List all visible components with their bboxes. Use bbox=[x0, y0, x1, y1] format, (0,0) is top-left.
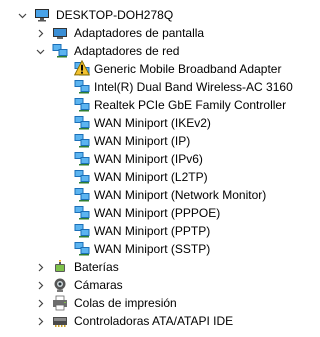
tree-item-device[interactable]: WAN Miniport (IKEv2) bbox=[0, 114, 294, 132]
tree-item-display-adapters[interactable]: Adaptadores de pantalla bbox=[0, 24, 294, 42]
device-label: WAN Miniport (L2TP) bbox=[94, 170, 208, 184]
chevron-right-icon[interactable] bbox=[34, 294, 46, 312]
device-label: Realtek PCIe GbE Family Controller bbox=[94, 98, 287, 112]
tree-item-device[interactable]: WAN Miniport (Network Monitor) bbox=[0, 186, 294, 204]
tree-item-print-queues[interactable]: Colas de impresión bbox=[0, 294, 294, 312]
device-tree: DESKTOP-DOH278Q Adaptadores de pantalla … bbox=[0, 0, 294, 337]
tree-item-device[interactable]: Generic Mobile Broadband Adapter bbox=[0, 60, 294, 78]
tree-item-batteries[interactable]: Baterías bbox=[0, 258, 294, 276]
print-queues-label: Colas de impresión bbox=[74, 296, 177, 310]
printer-icon bbox=[52, 295, 68, 311]
chevron-down-icon[interactable] bbox=[34, 42, 46, 60]
tree-item-device[interactable]: WAN Miniport (PPPOE) bbox=[0, 204, 294, 222]
tree-item-device[interactable]: WAN Miniport (SSTP) bbox=[0, 240, 294, 258]
batteries-label: Baterías bbox=[74, 260, 119, 274]
network-adapter-icon bbox=[74, 151, 90, 167]
network-adapter-icon bbox=[74, 115, 90, 131]
chevron-right-icon[interactable] bbox=[34, 276, 46, 294]
camera-icon bbox=[52, 277, 68, 293]
network-adapter-icon bbox=[52, 43, 68, 59]
storage-controller-icon bbox=[52, 313, 68, 329]
device-label: WAN Miniport (IPv6) bbox=[94, 152, 203, 166]
tree-item-device[interactable]: WAN Miniport (L2TP) bbox=[0, 168, 294, 186]
chevron-down-icon[interactable] bbox=[16, 6, 28, 24]
tree-item-device[interactable]: Realtek PCIe GbE Family Controller bbox=[0, 96, 294, 114]
tree-item-root[interactable]: DESKTOP-DOH278Q bbox=[0, 6, 294, 24]
network-adapter-icon bbox=[74, 79, 90, 95]
device-label: WAN Miniport (Network Monitor) bbox=[94, 188, 267, 202]
chevron-right-icon[interactable] bbox=[34, 312, 46, 330]
network-adapter-icon bbox=[74, 97, 90, 113]
network-adapter-icon bbox=[74, 60, 90, 77]
network-adapter-icon bbox=[74, 169, 90, 185]
device-label: WAN Miniport (SSTP) bbox=[94, 242, 211, 256]
network-adapter-icon bbox=[74, 241, 90, 257]
root-label: DESKTOP-DOH278Q bbox=[56, 8, 174, 22]
network-adapter-icon bbox=[74, 223, 90, 239]
chevron-right-icon[interactable] bbox=[34, 258, 46, 276]
tree-item-device[interactable]: WAN Miniport (PPTP) bbox=[0, 222, 294, 240]
cameras-label: Cámaras bbox=[74, 278, 123, 292]
network-adapter-icon bbox=[74, 187, 90, 203]
tree-item-ata-controllers[interactable]: Controladoras ATA/ATAPI IDE bbox=[0, 312, 294, 330]
chevron-right-icon[interactable] bbox=[34, 24, 46, 42]
tree-item-device[interactable]: WAN Miniport (IP) bbox=[0, 132, 294, 150]
display-adapter-icon bbox=[52, 25, 68, 41]
device-label: Intel(R) Dual Band Wireless-AC 3160 bbox=[94, 80, 293, 94]
device-label: WAN Miniport (IP) bbox=[94, 134, 191, 148]
tree-item-device[interactable]: Intel(R) Dual Band Wireless-AC 3160 bbox=[0, 78, 294, 96]
network-adapter-icon bbox=[74, 205, 90, 221]
tree-item-cameras[interactable]: Cámaras bbox=[0, 276, 294, 294]
device-label: Generic Mobile Broadband Adapter bbox=[94, 62, 282, 76]
device-label: WAN Miniport (IKEv2) bbox=[94, 116, 211, 130]
network-adapters-label: Adaptadores de red bbox=[74, 44, 180, 58]
tree-item-network-adapters[interactable]: Adaptadores de red bbox=[0, 42, 294, 60]
tree-item-device[interactable]: WAN Miniport (IPv6) bbox=[0, 150, 294, 168]
ata-controllers-label: Controladoras ATA/ATAPI IDE bbox=[74, 314, 234, 328]
device-label: WAN Miniport (PPPOE) bbox=[94, 206, 221, 220]
warning-icon bbox=[74, 60, 90, 76]
device-label: WAN Miniport (PPTP) bbox=[94, 224, 211, 238]
computer-icon bbox=[34, 7, 50, 23]
display-adapters-label: Adaptadores de pantalla bbox=[74, 26, 205, 40]
network-adapter-icon bbox=[74, 133, 90, 149]
battery-icon bbox=[52, 259, 68, 275]
